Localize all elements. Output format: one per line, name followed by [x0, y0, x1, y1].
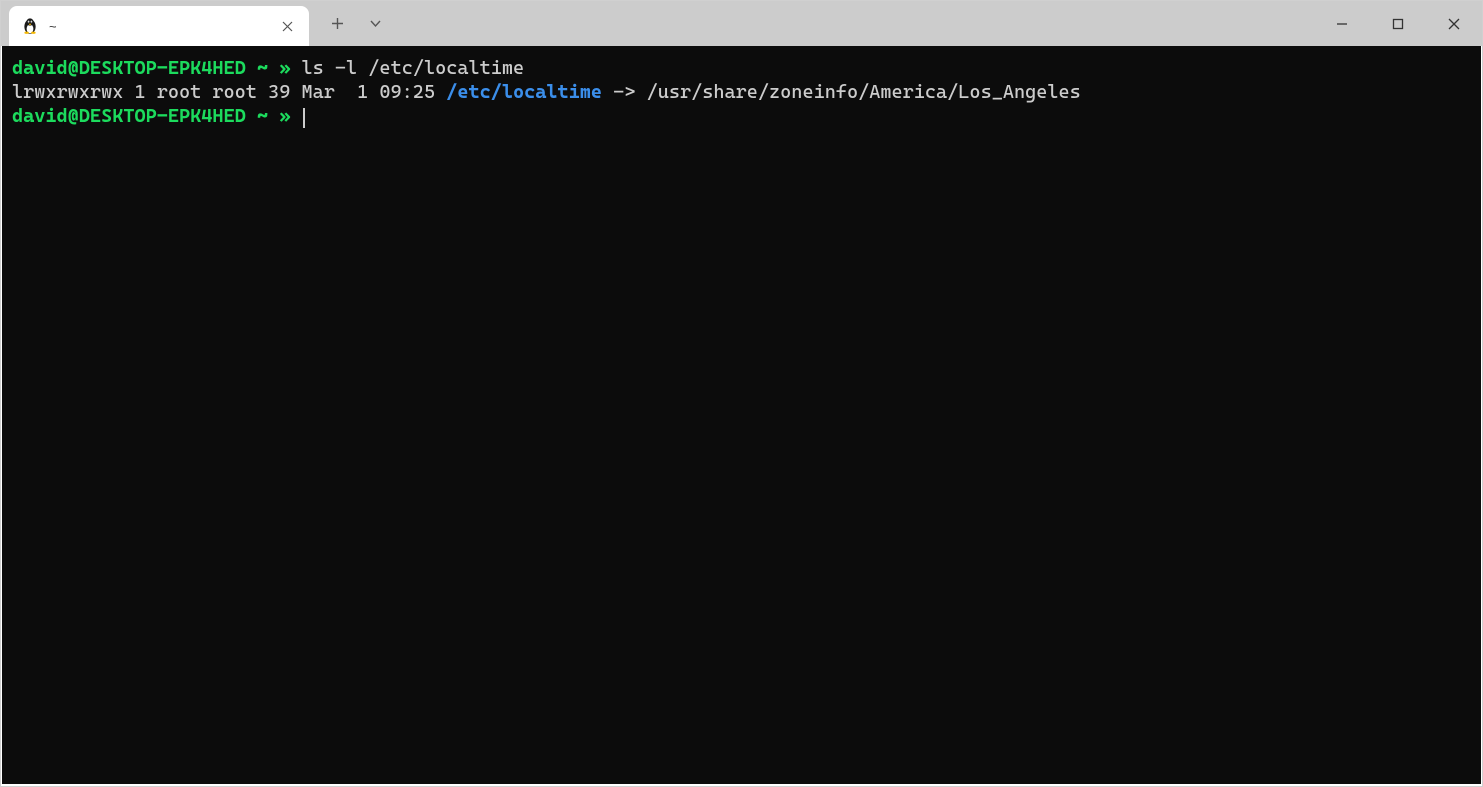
cursor	[303, 108, 305, 128]
close-icon[interactable]	[277, 16, 297, 36]
tab-active[interactable]: ~	[9, 6, 309, 46]
maximize-button[interactable]	[1370, 1, 1426, 46]
command-text: ls -l /etc/localtime	[302, 57, 525, 79]
tab-title: ~	[49, 19, 277, 34]
symlink-path: /etc/localtime	[446, 81, 602, 103]
prompt-cwd: ~	[257, 105, 268, 127]
prompt-marker: »	[279, 105, 290, 127]
prompt-user: david@DESKTOP-EPK4HED	[12, 105, 246, 127]
close-window-button[interactable]	[1426, 1, 1482, 46]
terminal-line: david@DESKTOP-EPK4HED ~ » ls -l /etc/loc…	[12, 56, 1471, 80]
prompt-cwd: ~	[257, 57, 268, 79]
output-text: lrwxrwxrwx 1 root root 39 Mar 1 09:25	[12, 81, 446, 103]
prompt-marker: »	[279, 57, 290, 79]
minimize-button[interactable]	[1314, 1, 1370, 46]
penguin-icon	[21, 17, 39, 35]
titlebar-actions	[309, 1, 385, 46]
chevron-down-icon[interactable]	[365, 14, 385, 34]
terminal-body[interactable]: david@DESKTOP-EPK4HED ~ » ls -l /etc/loc…	[2, 46, 1481, 784]
titlebar: ~	[1, 1, 1482, 46]
prompt-user: david@DESKTOP-EPK4HED	[12, 57, 246, 79]
new-tab-button[interactable]	[327, 14, 347, 34]
terminal-line: david@DESKTOP-EPK4HED ~ »	[12, 104, 1471, 128]
window-controls	[1314, 1, 1482, 46]
output-text: -> /usr/share/zoneinfo/America/Los_Angel…	[602, 81, 1081, 103]
terminal-line: lrwxrwxrwx 1 root root 39 Mar 1 09:25 /e…	[12, 80, 1471, 104]
